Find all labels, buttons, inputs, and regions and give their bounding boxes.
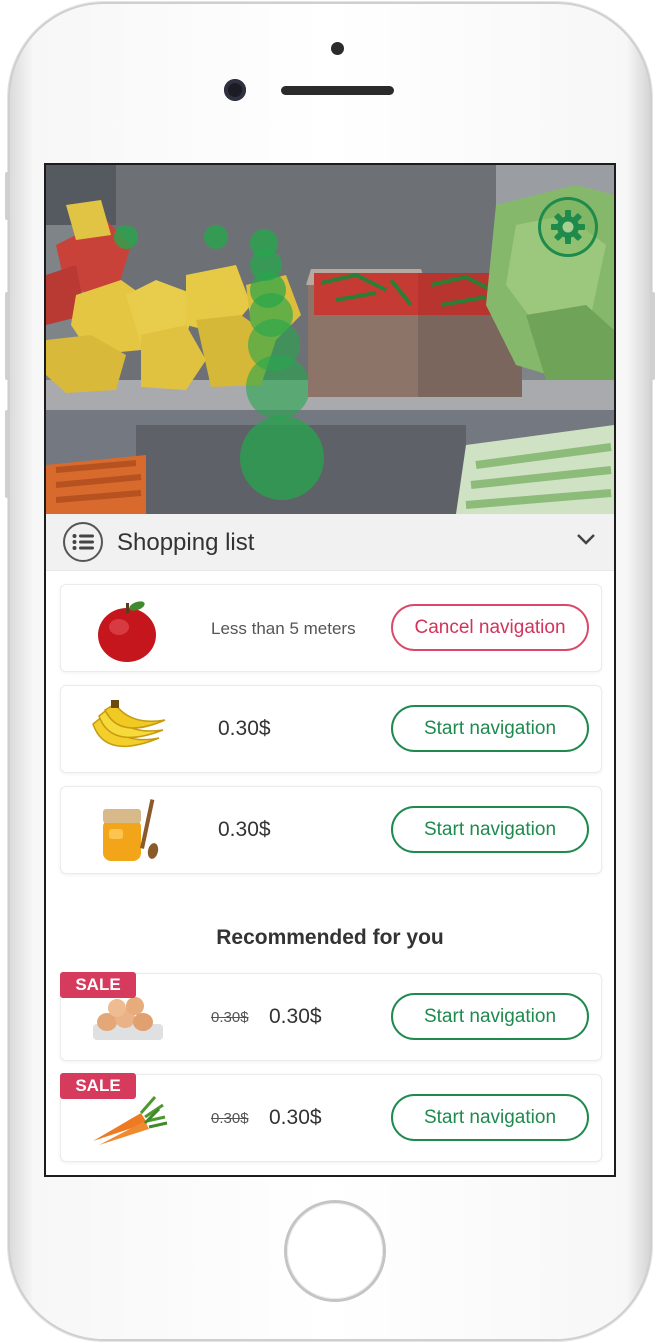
recommended-item: SALE 0.30$ 0.30$ Start navigation — [60, 1073, 602, 1162]
home-button[interactable] — [287, 1203, 383, 1299]
start-navigation-button[interactable]: Start navigation — [391, 993, 589, 1040]
sale-badge: SALE — [60, 1073, 136, 1099]
honey-jar-image — [103, 799, 159, 861]
old-price: 0.30$ — [211, 1110, 249, 1127]
list-icon — [63, 522, 103, 562]
ar-camera-view[interactable] — [46, 165, 614, 514]
distance-label: Less than 5 meters — [211, 619, 356, 638]
cancel-navigation-button[interactable]: Cancel navigation — [391, 604, 589, 651]
volume-up-button — [5, 292, 10, 380]
mute-switch — [5, 172, 10, 220]
list-item: 0.30$ Start navigation — [60, 786, 602, 874]
settings-button[interactable] — [538, 197, 598, 257]
earpiece-speaker — [281, 86, 394, 95]
banana-image — [92, 700, 166, 748]
recommended-title: Recommended for you — [216, 926, 444, 949]
start-navigation-button[interactable]: Start navigation — [391, 705, 589, 752]
start-navigation-button[interactable]: Start navigation — [391, 1094, 589, 1141]
shopping-list-header[interactable]: Shopping list — [46, 514, 614, 571]
start-navigation-button[interactable]: Start navigation — [391, 806, 589, 853]
item-price: 0.30$ — [218, 717, 271, 740]
ar-scene-illustration — [46, 165, 614, 514]
sale-badge: SALE — [60, 972, 136, 998]
chevron-down-icon[interactable] — [576, 532, 596, 546]
sale-price: 0.30$ — [269, 1005, 322, 1028]
item-price: 0.30$ — [218, 818, 271, 841]
apple-image — [98, 601, 156, 662]
sale-price: 0.30$ — [269, 1106, 322, 1129]
list-item: Less than 5 meters Cancel navigation — [60, 584, 602, 672]
shopping-list-title: Shopping list — [117, 529, 255, 556]
old-price: 0.30$ — [211, 1009, 249, 1026]
recommended-item: SALE 0.30$ 0.30$ Start navigation — [60, 972, 602, 1061]
gear-icon — [551, 210, 585, 244]
list-item: 0.30$ Start navigation — [60, 685, 602, 773]
proximity-sensor — [331, 42, 344, 55]
app-screen: Shopping list Less than 5 meters Cancel … — [44, 163, 616, 1177]
front-camera — [224, 79, 246, 101]
power-button — [650, 292, 655, 380]
volume-down-button — [5, 410, 10, 498]
